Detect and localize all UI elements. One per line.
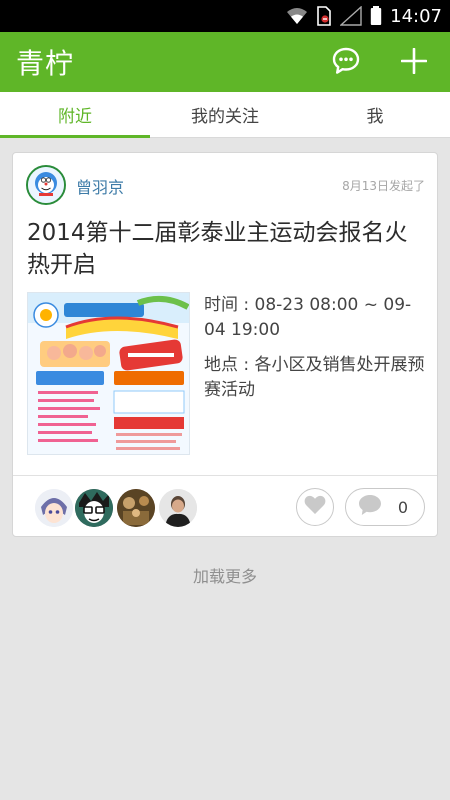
- tab-bar: 附近 我的关注 我: [0, 92, 450, 138]
- app-title: 青柠: [16, 47, 75, 80]
- sim-card-blocked-icon: [316, 6, 332, 26]
- like-button[interactable]: [296, 488, 334, 526]
- participant-avatar[interactable]: [159, 489, 197, 527]
- post-time: 8月13日发起了: [342, 179, 425, 193]
- card-header: 曾羽京 8月13日发起了: [13, 153, 437, 217]
- status-time: 14:07: [390, 5, 442, 27]
- heart-icon: [304, 495, 326, 519]
- tab-me[interactable]: 我: [300, 92, 450, 137]
- tab-following[interactable]: 我的关注: [150, 92, 300, 137]
- event-card[interactable]: 曾羽京 8月13日发起了 2014第十二届彰泰业主运动会报名火热开启 时间: …: [12, 152, 438, 537]
- event-poster-image[interactable]: [27, 292, 190, 455]
- tab-nearby[interactable]: 附近: [0, 92, 150, 138]
- add-button[interactable]: [394, 43, 434, 83]
- author-name[interactable]: 曾羽京: [76, 174, 124, 198]
- battery-icon: [370, 6, 382, 26]
- event-location: 地点 : 各小区及销售处开展预赛活动: [204, 355, 425, 400]
- status-bar: 14:07: [0, 0, 450, 32]
- participant-avatar[interactable]: [75, 489, 113, 527]
- event-info: 时间 : 08-23 08:00 ~ 09-04 19:00 地点 : 各小区及…: [204, 293, 429, 403]
- card-footer: 0: [13, 476, 437, 538]
- chat-button[interactable]: [326, 43, 366, 83]
- event-title: 2014第十二届彰泰业主运动会报名火热开启: [27, 220, 408, 278]
- wifi-icon: [286, 7, 308, 25]
- participant-avatar[interactable]: [35, 489, 73, 527]
- load-more-link[interactable]: 加载更多: [0, 563, 450, 587]
- signal-empty-icon: [340, 6, 362, 26]
- comment-icon: [358, 494, 382, 520]
- participant-avatar[interactable]: [117, 489, 155, 527]
- author-avatar[interactable]: [26, 165, 66, 205]
- add-icon: [400, 47, 428, 78]
- event-time: 时间 : 08-23 08:00 ~ 09-04 19:00: [204, 295, 412, 340]
- comment-button[interactable]: 0: [345, 488, 425, 526]
- chat-bubble-icon: [331, 46, 361, 80]
- comment-count: 0: [397, 497, 408, 517]
- app-bar: 青柠: [0, 32, 450, 92]
